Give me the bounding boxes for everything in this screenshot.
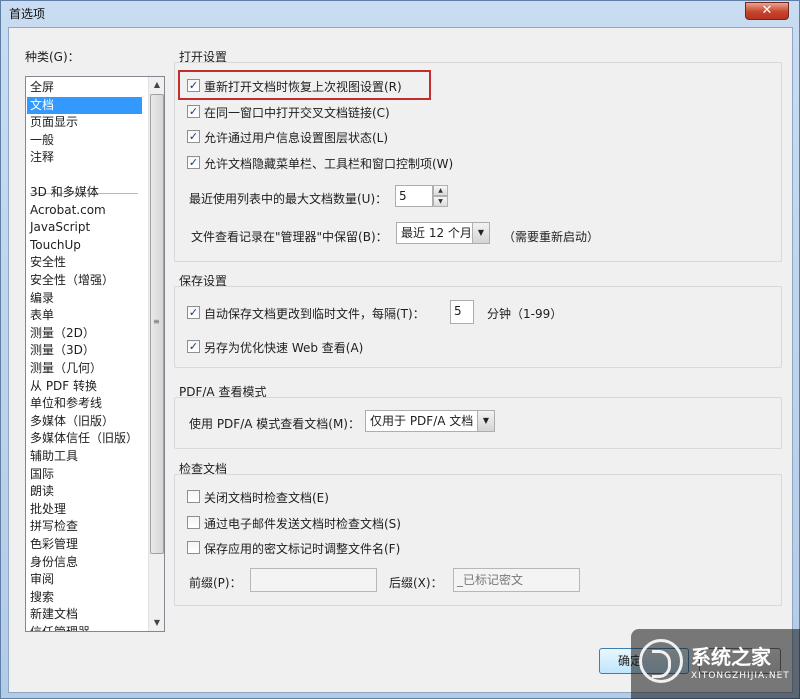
cross-links-label: 在同一窗口中打开交叉文档链接(C) [204, 106, 390, 120]
layer-state-label: 允许通过用户信息设置图层状态(L) [204, 131, 389, 145]
category-item[interactable]: 身份信息 [27, 554, 142, 571]
category-item[interactable]: 一般 [27, 132, 142, 149]
fast-web-label: 另存为优化快速 Web 查看(A) [204, 341, 364, 355]
dropdown-arrow-icon[interactable]: ▼ [477, 411, 494, 431]
recent-max-label: 最近使用列表中的最大文档数量(U)： [189, 192, 388, 206]
grip-icon: ≡ [153, 317, 160, 326]
category-item[interactable]: 多媒体信任（旧版） [27, 430, 142, 447]
autosave-interval-input[interactable]: 5 [450, 300, 474, 324]
close-button[interactable]: ✕ [745, 2, 789, 20]
pdfa-mode-value: 仅用于 PDF/A 文档 [370, 414, 474, 428]
scroll-thumb[interactable]: ≡ [150, 94, 164, 554]
category-scrollbar[interactable]: ▲ ≡ ▼ [148, 77, 164, 631]
category-item[interactable]: 辅助工具 [27, 448, 142, 465]
category-item[interactable]: JavaScript [27, 219, 142, 236]
adjust-filename-label: 保存应用的密文标记时调整文件名(F) [204, 542, 401, 556]
category-item[interactable]: 3D 和多媒体 [27, 184, 142, 201]
cross-links-checkbox[interactable]: ✓ [187, 105, 200, 118]
pdfa-mode-label: 使用 PDF/A 模式查看文档(M)： [189, 417, 360, 431]
category-item[interactable]: 批处理 [27, 501, 142, 518]
title-bar: 首选项 ✕ [1, 1, 799, 25]
category-item[interactable]: 拼写检查 [27, 518, 142, 535]
recent-max-stepper[interactable]: ▲ ▼ [433, 185, 448, 207]
autosave-label: 自动保存文档更改到临时文件，每隔(T)： [204, 307, 425, 321]
hide-bars-label: 允许文档隐藏菜单栏、工具栏和窗口控制项(W) [204, 157, 454, 171]
category-item[interactable]: 注释 [27, 149, 142, 166]
category-item[interactable]: 测量（2D） [27, 325, 142, 342]
category-item[interactable]: 从 PDF 转换 [27, 378, 142, 395]
dialog-client-area: 种类(G)： ▲ ≡ ▼ 全屏 文档 页面显示 一般 注释 3D 和多媒体 Acrobat.… [8, 27, 793, 693]
category-item[interactable]: TouchUp [27, 237, 142, 254]
category-list[interactable]: ▲ ≡ ▼ 全屏 文档 页面显示 一般 注释 3D 和多媒体 Acrobat.com Java… [25, 76, 165, 632]
history-select[interactable]: 最近 12 个月 ▼ [396, 222, 490, 244]
category-item[interactable]: 信任管理器 [27, 624, 142, 631]
adjust-filename-checkbox[interactable] [187, 541, 200, 554]
autosave-unit: 分钟（1-99） [487, 307, 563, 321]
category-item[interactable]: 页面显示 [27, 114, 142, 131]
category-item[interactable]: 测量（3D） [27, 342, 142, 359]
category-item[interactable]: 色彩管理 [27, 536, 142, 553]
category-item[interactable]: 全屏 [27, 79, 142, 96]
hide-bars-checkbox[interactable]: ✓ [187, 156, 200, 169]
inspect-on-close-checkbox[interactable] [187, 490, 200, 503]
spin-down-icon[interactable]: ▼ [433, 196, 448, 207]
category-item[interactable]: 多媒体（旧版） [27, 413, 142, 430]
restore-view-label: 重新打开文档时恢复上次视图设置(R) [204, 80, 402, 94]
site-watermark: 系统之家 XITONGZHIJIA.NET [631, 629, 800, 699]
category-item[interactable]: 新建文档 [27, 606, 142, 623]
category-item[interactable]: 审阅 [27, 571, 142, 588]
fast-web-checkbox[interactable]: ✓ [187, 340, 200, 353]
restart-note: （需要重新启动） [503, 230, 600, 244]
recent-max-input[interactable]: 5 [395, 185, 433, 207]
inspect-on-email-label: 通过电子邮件发送文档时检查文档(S) [204, 517, 401, 531]
autosave-checkbox[interactable]: ✓ [187, 306, 200, 319]
category-item[interactable]: Acrobat.com [27, 202, 142, 219]
inspect-on-close-label: 关闭文档时检查文档(E) [204, 491, 329, 505]
watermark-logo-icon [639, 639, 683, 683]
category-label: 种类(G)： [25, 50, 80, 64]
category-item[interactable]: 单位和参考线 [27, 395, 142, 412]
prefix-label: 前缀(P)： [189, 576, 242, 590]
category-item[interactable]: 表单 [27, 307, 142, 324]
spin-up-icon[interactable]: ▲ [433, 185, 448, 196]
category-item[interactable]: 国际 [27, 466, 142, 483]
category-item[interactable]: 测量（几何） [27, 360, 142, 377]
category-item[interactable]: 安全性（增强） [27, 272, 142, 289]
suffix-input[interactable]: _已标记密文 [453, 568, 580, 592]
pdfa-mode-select[interactable]: 仅用于 PDF/A 文档 ▼ [365, 410, 495, 432]
preferences-window: 首选项 ✕ 种类(G)： ▲ ≡ ▼ 全屏 文档 页面显示 一般 注释 3D 和多媒体 Ac… [0, 0, 800, 699]
suffix-label: 后缀(X)： [389, 576, 443, 590]
history-label: 文件查看记录在"管理器"中保留(B)： [191, 230, 388, 244]
dropdown-arrow-icon[interactable]: ▼ [472, 223, 489, 243]
scroll-up-arrow-icon[interactable]: ▲ [149, 77, 164, 93]
category-item[interactable]: 编录 [27, 290, 142, 307]
window-title: 首选项 [9, 7, 46, 21]
layer-state-checkbox[interactable]: ✓ [187, 130, 200, 143]
category-item[interactable]: 安全性 [27, 254, 142, 271]
watermark-url: XITONGZHIJIA.NET [691, 671, 790, 681]
prefix-input[interactable] [250, 568, 377, 592]
restore-view-checkbox[interactable]: ✓ [187, 79, 200, 92]
scroll-down-arrow-icon[interactable]: ▼ [149, 615, 164, 631]
history-select-value: 最近 12 个月 [401, 226, 472, 240]
category-item[interactable]: 搜索 [27, 589, 142, 606]
inspect-on-email-checkbox[interactable] [187, 516, 200, 529]
category-item[interactable]: 文档 [27, 96, 142, 114]
category-item[interactable]: 朗读 [27, 483, 142, 500]
watermark-brand: 系统之家 [691, 645, 771, 669]
